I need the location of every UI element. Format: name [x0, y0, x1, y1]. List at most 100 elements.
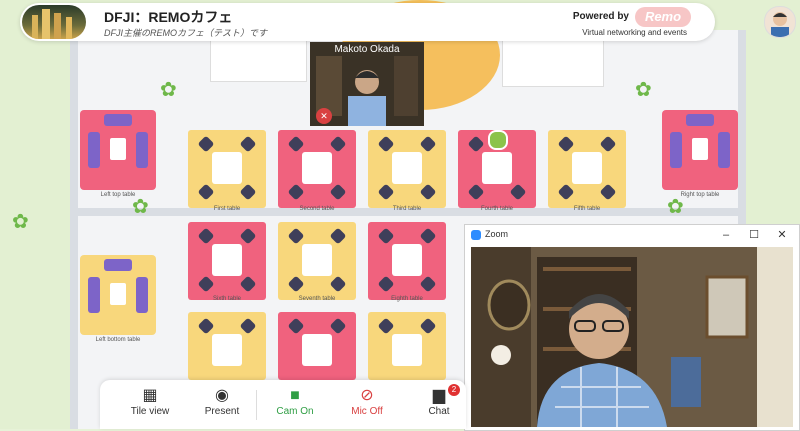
chair-icon [377, 227, 395, 245]
maximize-button[interactable]: ☐ [743, 227, 765, 243]
mic-off-label: Mic Off [351, 406, 383, 417]
mic-off-button[interactable]: ⊘ Mic Off [332, 386, 402, 417]
sofa [718, 132, 730, 168]
participant-video-tile[interactable]: Makoto Okada ✕ [310, 42, 424, 126]
chair-icon [197, 183, 215, 201]
table-seventh[interactable] [278, 222, 356, 300]
table-surface [212, 152, 242, 184]
chair-icon [599, 135, 617, 153]
table-label: Fourth table [480, 206, 514, 212]
table-second[interactable] [278, 130, 356, 208]
sofa [670, 132, 682, 168]
table-left-top[interactable] [80, 110, 156, 190]
chair-icon [557, 183, 575, 201]
toolbar-divider [256, 390, 257, 420]
chat-button[interactable]: ▆ Chat 2 [404, 384, 474, 417]
chair-icon [239, 135, 257, 153]
table-label: Third table [392, 206, 422, 212]
tile-view-button[interactable]: ▦ Tile view [115, 386, 185, 417]
chair-icon [467, 135, 485, 153]
plant-icon: ✿ [160, 79, 177, 101]
chair-icon [599, 183, 617, 201]
table-label: Left top table [100, 192, 136, 198]
table-surface [392, 244, 422, 276]
table-fourth[interactable] [458, 130, 536, 208]
chair-icon [419, 317, 437, 335]
chair-icon [419, 135, 437, 153]
sofa [686, 114, 714, 126]
chair-icon [239, 227, 257, 245]
chair-icon [197, 135, 215, 153]
plant-icon: ✿ [667, 196, 684, 218]
camera-icon: ■ [290, 387, 300, 404]
coffee-table [110, 138, 126, 160]
table-eleventh[interactable] [368, 312, 446, 380]
table-fifth[interactable] [548, 130, 626, 208]
cam-on-button[interactable]: ■ Cam On [260, 386, 330, 417]
zoom-window[interactable]: Zoom – ☐ ✕ [464, 224, 800, 431]
left-wall [70, 30, 78, 429]
sofa [104, 114, 132, 126]
grid-icon: ▦ [142, 387, 158, 404]
table-ninth[interactable] [188, 312, 266, 380]
zoom-titlebar[interactable]: Zoom – ☐ ✕ [465, 225, 799, 245]
chat-label: Chat [428, 406, 450, 417]
table-surface [302, 244, 332, 276]
chair-icon [377, 317, 395, 335]
table-left-bottom[interactable] [80, 255, 156, 335]
chair-icon [329, 183, 347, 201]
table-surface [392, 334, 422, 366]
table-surface [212, 334, 242, 366]
chair-icon [377, 275, 395, 293]
table-eighth[interactable] [368, 222, 446, 300]
remo-logo[interactable]: Remo [635, 7, 691, 27]
table-first[interactable] [188, 130, 266, 208]
coffee-table [692, 138, 708, 160]
sofa [104, 259, 132, 271]
table-right-top[interactable] [662, 110, 738, 190]
powered-by-label: Powered by [572, 11, 629, 22]
avatar[interactable] [764, 6, 796, 38]
chair-icon [197, 275, 215, 293]
present-button[interactable]: ◉ Present [187, 386, 257, 417]
table-surface [302, 334, 332, 366]
event-subtitle: DFJI主催のREMOカフェ（テスト）です [104, 28, 267, 38]
chair-icon [377, 135, 395, 153]
chair-icon [329, 227, 347, 245]
chair-icon [239, 275, 257, 293]
chair-icon [197, 317, 215, 335]
table-label: Seventh table [298, 296, 336, 302]
chair-icon [287, 227, 305, 245]
minimize-button[interactable]: – [715, 227, 737, 243]
participant-avatar[interactable] [488, 130, 508, 150]
chair-icon [197, 227, 215, 245]
table-surface [392, 152, 422, 184]
table-label: Second table [299, 206, 335, 212]
event-header: DFJI：REMOカフェ DFJI主催のREMOカフェ（テスト）です Power… [20, 3, 715, 41]
event-thumbnail [22, 5, 86, 39]
close-button[interactable]: ✕ [771, 227, 793, 243]
present-label: Present [204, 406, 240, 417]
table-tenth[interactable] [278, 312, 356, 380]
chair-icon [287, 135, 305, 153]
mic-off-icon: ⊘ [360, 387, 374, 404]
chat-badge: 2 [448, 384, 460, 396]
table-label: First table [213, 206, 241, 212]
sofa [88, 277, 100, 313]
plant-icon: ✿ [132, 196, 149, 218]
sofa [88, 132, 100, 168]
participant-name: Makoto Okada [334, 44, 400, 55]
chair-icon [287, 275, 305, 293]
table-third[interactable] [368, 130, 446, 208]
chair-icon [287, 317, 305, 335]
chair-icon [239, 317, 257, 335]
table-label: Sixth table [212, 296, 242, 302]
table-sixth[interactable] [188, 222, 266, 300]
bottom-toolbar: ▦ Tile view ◉ Present ■ Cam On ⊘ Mic Off… [100, 380, 466, 429]
table-label: Right top table [680, 192, 720, 198]
event-title: DFJI：REMOカフェ [104, 9, 233, 25]
chair-icon [239, 183, 257, 201]
chair-icon [467, 183, 485, 201]
chat-icon: ▆ [432, 387, 446, 404]
tile-view-label: Tile view [130, 406, 170, 417]
